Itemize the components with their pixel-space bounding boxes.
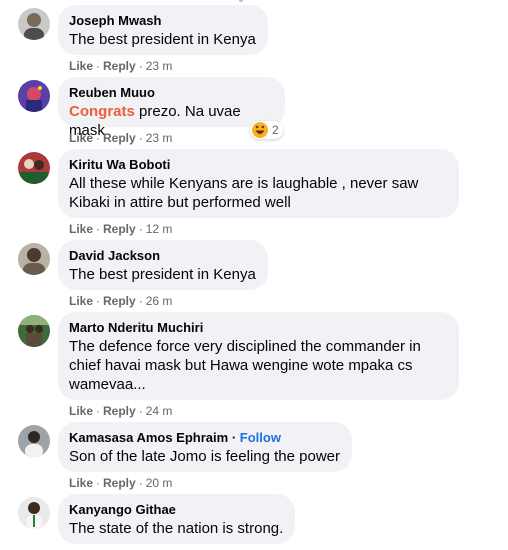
avatar[interactable] bbox=[18, 152, 50, 184]
comment-thread: Joseph Mwash The best president in Kenya… bbox=[0, 0, 508, 550]
comment-author[interactable]: Joseph Mwash bbox=[69, 13, 256, 29]
comment-actions: Like · Reply · 20 m bbox=[69, 475, 172, 491]
comment-text-line: All these while Kenyans are is laughable… bbox=[69, 175, 419, 192]
comment-author[interactable]: Kiritu Wa Boboti bbox=[69, 157, 447, 173]
separator-dot: · bbox=[96, 222, 101, 236]
comment-text-line: chief havai mask but Hawa wengine wote m… bbox=[69, 357, 413, 374]
separator-dot: · bbox=[96, 59, 101, 73]
avatar[interactable] bbox=[18, 315, 50, 347]
separator-dot: · bbox=[138, 294, 143, 308]
reply-button[interactable]: Reply bbox=[103, 131, 136, 145]
like-button[interactable]: Like bbox=[69, 294, 93, 308]
like-button[interactable]: Like bbox=[69, 131, 93, 145]
comment-actions: Like · Reply · 12 m bbox=[69, 221, 172, 237]
comment-text: The best president in Kenya bbox=[69, 266, 256, 283]
comment-author[interactable]: Kamasasa Amos Ephraim bbox=[69, 430, 228, 445]
comment-time[interactable]: 24 m bbox=[146, 404, 173, 418]
comment-actions: Like · Reply · 23 m bbox=[69, 130, 172, 146]
comment-text-line: The defence force very disciplined the c… bbox=[69, 338, 421, 355]
separator-dot: · bbox=[138, 404, 143, 418]
like-button[interactable]: Like bbox=[69, 476, 93, 490]
comment-text-line: Kibaki in attire but performed well bbox=[69, 194, 291, 211]
comment-bubble: Joseph Mwash The best president in Kenya bbox=[58, 5, 268, 55]
comment-bubble: Reuben Muuo Congrats prezo. Na uvae mask bbox=[58, 77, 285, 139]
like-button[interactable]: Like bbox=[69, 59, 93, 73]
avatar[interactable] bbox=[18, 425, 50, 457]
comment-actions: Like · Reply · 23 m bbox=[69, 58, 172, 74]
reply-button[interactable]: Reply bbox=[103, 59, 136, 73]
comment-text: The state of the nation is strong. bbox=[69, 520, 284, 537]
comment-bubble: Kamasasa Amos Ephraim · Follow Son of th… bbox=[58, 422, 352, 472]
separator-dot: · bbox=[138, 59, 143, 73]
comment-time[interactable]: 12 m bbox=[146, 222, 173, 236]
scroll-indicator-dot bbox=[239, 0, 243, 2]
comment-author[interactable]: David Jackson bbox=[69, 248, 256, 264]
avatar[interactable] bbox=[18, 497, 50, 529]
follow-button[interactable]: Follow bbox=[240, 430, 281, 445]
separator-dot: · bbox=[138, 476, 143, 490]
separator-dot: · bbox=[231, 430, 237, 445]
like-button[interactable]: Like bbox=[69, 222, 93, 236]
comment-bubble: Kanyango Githae The state of the nation … bbox=[58, 494, 296, 544]
comment-bubble: Kiritu Wa Boboti All these while Kenyans… bbox=[58, 149, 459, 218]
separator-dot: · bbox=[96, 404, 101, 418]
reply-button[interactable]: Reply bbox=[103, 476, 136, 490]
separator-dot: · bbox=[96, 131, 101, 145]
comment-text-line: wamevaa... bbox=[69, 376, 146, 393]
reaction-badge[interactable]: 2 bbox=[250, 121, 283, 139]
separator-dot: · bbox=[96, 476, 101, 490]
separator-dot: · bbox=[138, 222, 143, 236]
comment-author[interactable]: Marto Nderitu Muchiri bbox=[69, 320, 447, 336]
comment-author[interactable]: Reuben Muuo bbox=[69, 85, 273, 101]
reply-button[interactable]: Reply bbox=[103, 222, 136, 236]
comment-bubble: Marto Nderitu Muchiri The defence force … bbox=[58, 312, 459, 400]
laughing-emoji-icon bbox=[252, 122, 268, 138]
comment-time[interactable]: 20 m bbox=[146, 476, 173, 490]
comment-author-line: Kamasasa Amos Ephraim · Follow bbox=[69, 430, 340, 446]
reply-button[interactable]: Reply bbox=[103, 404, 136, 418]
separator-dot: · bbox=[96, 294, 101, 308]
comment-author[interactable]: Kanyango Githae bbox=[69, 502, 283, 518]
comment-time[interactable]: 23 m bbox=[146, 131, 173, 145]
comment-time[interactable]: 23 m bbox=[146, 59, 173, 73]
comment-time[interactable]: 26 m bbox=[146, 294, 173, 308]
comment-text: Son of the late Jomo is feeling the powe… bbox=[69, 448, 340, 465]
comment-bubble: David Jackson The best president in Keny… bbox=[58, 240, 268, 290]
reaction-count: 2 bbox=[272, 123, 279, 137]
thread-top-edge bbox=[0, 0, 508, 2]
avatar[interactable] bbox=[18, 243, 50, 275]
comment-actions: Like · Reply · 26 m bbox=[69, 293, 172, 309]
like-button[interactable]: Like bbox=[69, 404, 93, 418]
highlighted-word[interactable]: Congrats bbox=[69, 103, 135, 120]
separator-dot: · bbox=[138, 131, 143, 145]
reply-button[interactable]: Reply bbox=[103, 294, 136, 308]
avatar[interactable] bbox=[18, 80, 50, 112]
comment-text: The best president in Kenya bbox=[69, 31, 256, 48]
comment-actions: Like · Reply · 24 m bbox=[69, 403, 172, 419]
avatar[interactable] bbox=[18, 8, 50, 40]
